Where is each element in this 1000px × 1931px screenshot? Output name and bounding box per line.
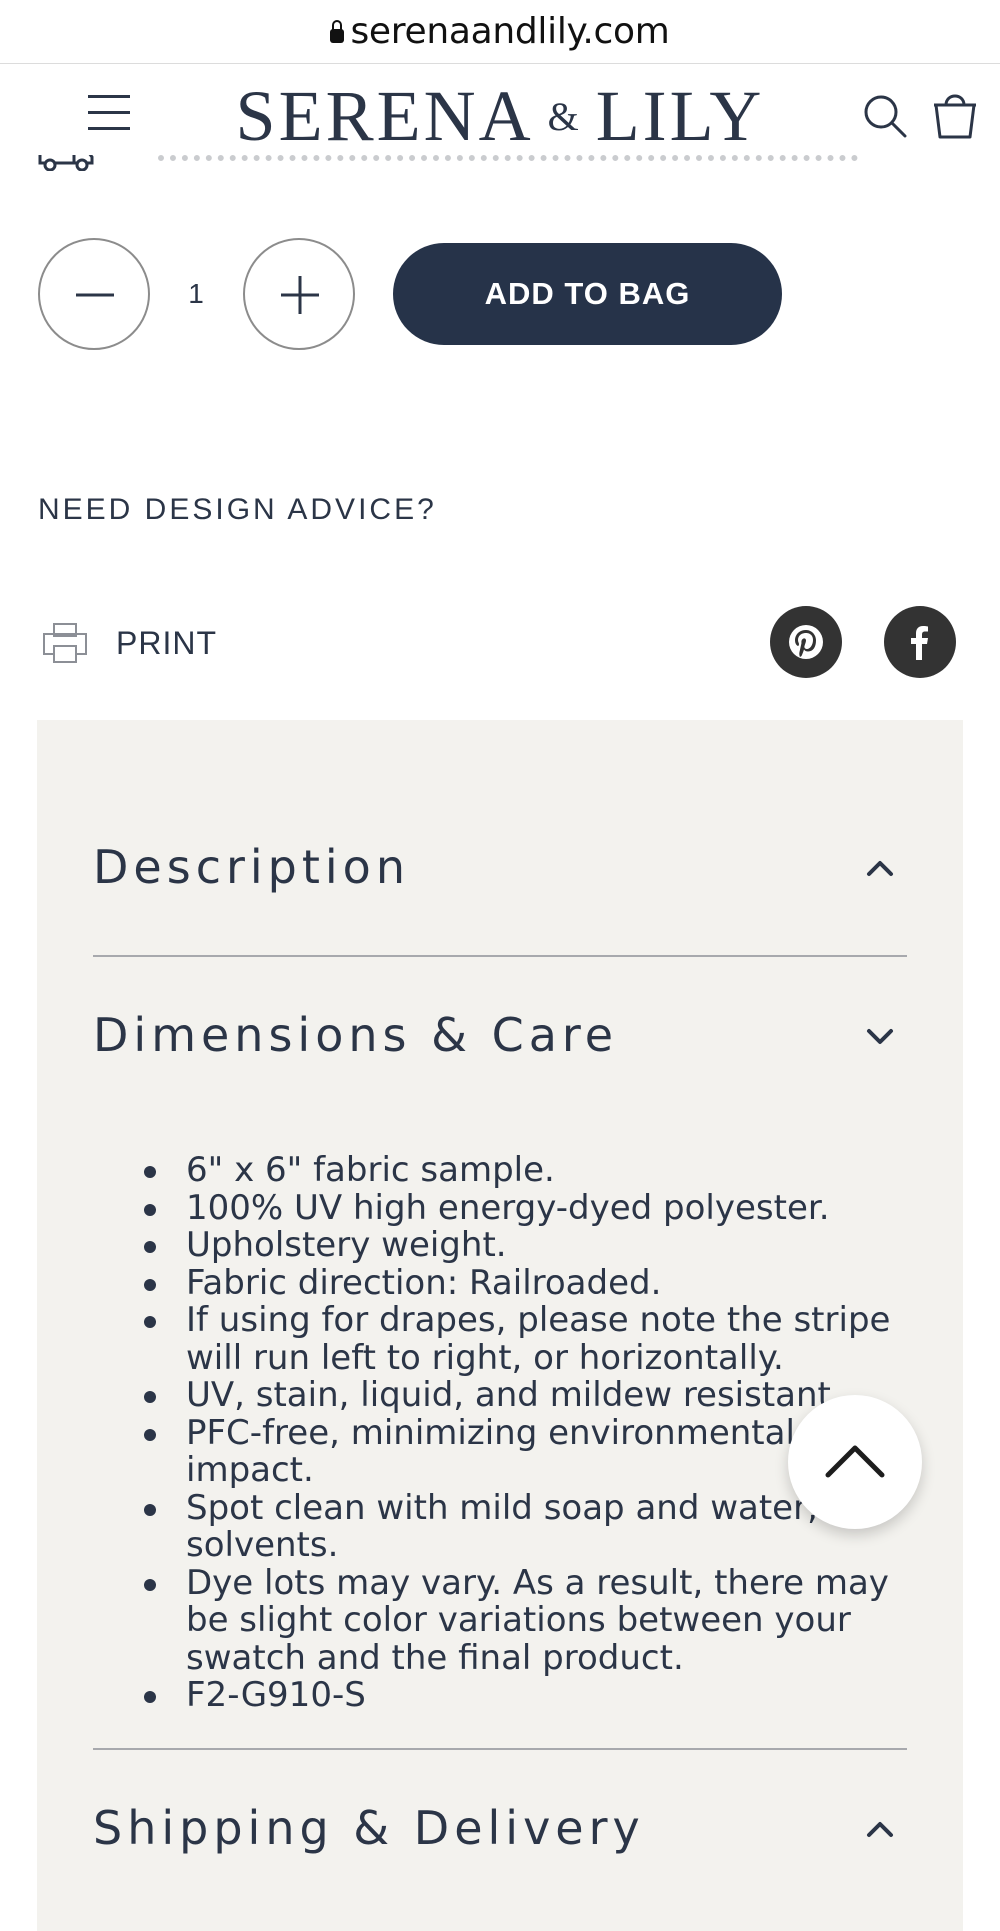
accordion-dimensions-header[interactable]: Dimensions & Care [93,1008,907,1088]
design-advice-link[interactable]: NEED DESIGN ADVICE? [38,493,437,527]
accordion-divider [93,1748,907,1750]
accordion-shipping-header[interactable]: Shipping & Delivery [93,1801,907,1881]
list-item: F2-G910-S [144,1676,926,1715]
product-details-panel: Description Dimensions & Care 6" x 6" fa… [37,720,963,1931]
brand-name-left: SERENA [235,76,534,156]
dimensions-title: Dimensions & Care [93,1008,619,1062]
shopping-bag-icon[interactable] [930,87,980,141]
minus-icon [76,293,114,297]
brand-logo[interactable]: SERENA & LILY [0,75,1000,158]
pinterest-share-button[interactable] [770,606,842,678]
browser-url-bar[interactable]: serenaandlily.com [0,0,1000,64]
site-header: SERENA & LILY [0,65,1000,163]
lock-icon [330,19,345,43]
clipped-delivery-text [158,155,858,165]
description-title: Description [93,840,410,894]
list-item: 6" x 6" fabric sample. [144,1151,926,1190]
add-to-bag-button[interactable]: ADD TO BAG [393,243,782,345]
facebook-icon [911,626,928,660]
list-item: Upholstery weight. [144,1226,926,1265]
list-item: Fabric direction: Railroaded. [144,1264,926,1303]
print-button[interactable]: PRINT [42,618,217,668]
accordion-divider [93,955,907,957]
brand-ampersand: & [547,94,582,139]
list-item: 100% UV high energy-dyed polyester. [144,1189,926,1228]
chevron-up-icon [867,1822,893,1837]
chevron-up-icon [867,861,893,876]
printer-icon [43,623,87,663]
shipping-title: Shipping & Delivery [93,1801,645,1855]
chevron-up-icon [825,1445,885,1478]
quantity-value[interactable]: 1 [175,278,217,310]
print-label: PRINT [116,624,217,661]
plus-icon [281,276,319,314]
accordion-description-header[interactable]: Description [93,840,907,920]
quantity-decrease-button[interactable] [38,238,150,350]
list-item: Dye lots may vary. As a result, there ma… [144,1564,926,1678]
list-item: If using for drapes, please note the str… [144,1301,926,1377]
delivery-truck-icon [38,155,94,171]
chevron-down-icon [867,1029,893,1044]
delivery-info-row [38,155,878,185]
facebook-share-button[interactable] [884,606,956,678]
url-text: serenaandlily.com [350,11,670,52]
quantity-increase-button[interactable] [243,238,355,350]
pinterest-icon [789,625,823,659]
brand-name-right: LILY [595,76,765,156]
search-icon[interactable] [862,93,908,139]
scroll-to-top-button[interactable] [788,1395,922,1529]
